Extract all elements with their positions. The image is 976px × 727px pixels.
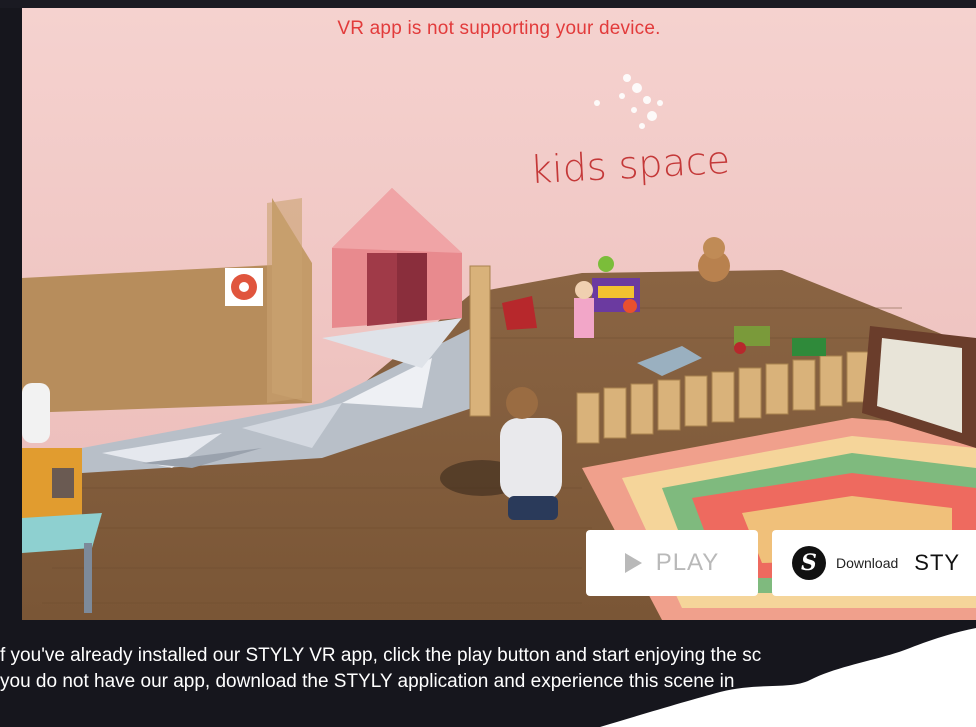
torn-paper-overlay bbox=[600, 628, 976, 727]
scene-render bbox=[22, 8, 976, 620]
info-panel: f you've already installed our STYLY VR … bbox=[0, 620, 976, 727]
vr-scene-viewport[interactable]: VR app is not supporting your device. ki… bbox=[22, 8, 976, 620]
download-label: Download bbox=[836, 555, 899, 571]
play-icon bbox=[624, 553, 642, 573]
play-button-label: PLAY bbox=[655, 549, 720, 576]
styly-logo-icon: S bbox=[792, 546, 826, 580]
download-styly-button[interactable]: S Download STY bbox=[772, 530, 976, 596]
play-button[interactable]: PLAY bbox=[586, 530, 758, 596]
download-brand: STY bbox=[914, 550, 961, 575]
unsupported-device-warning: VR app is not supporting your device. bbox=[337, 18, 661, 39]
top-bar bbox=[0, 0, 976, 8]
